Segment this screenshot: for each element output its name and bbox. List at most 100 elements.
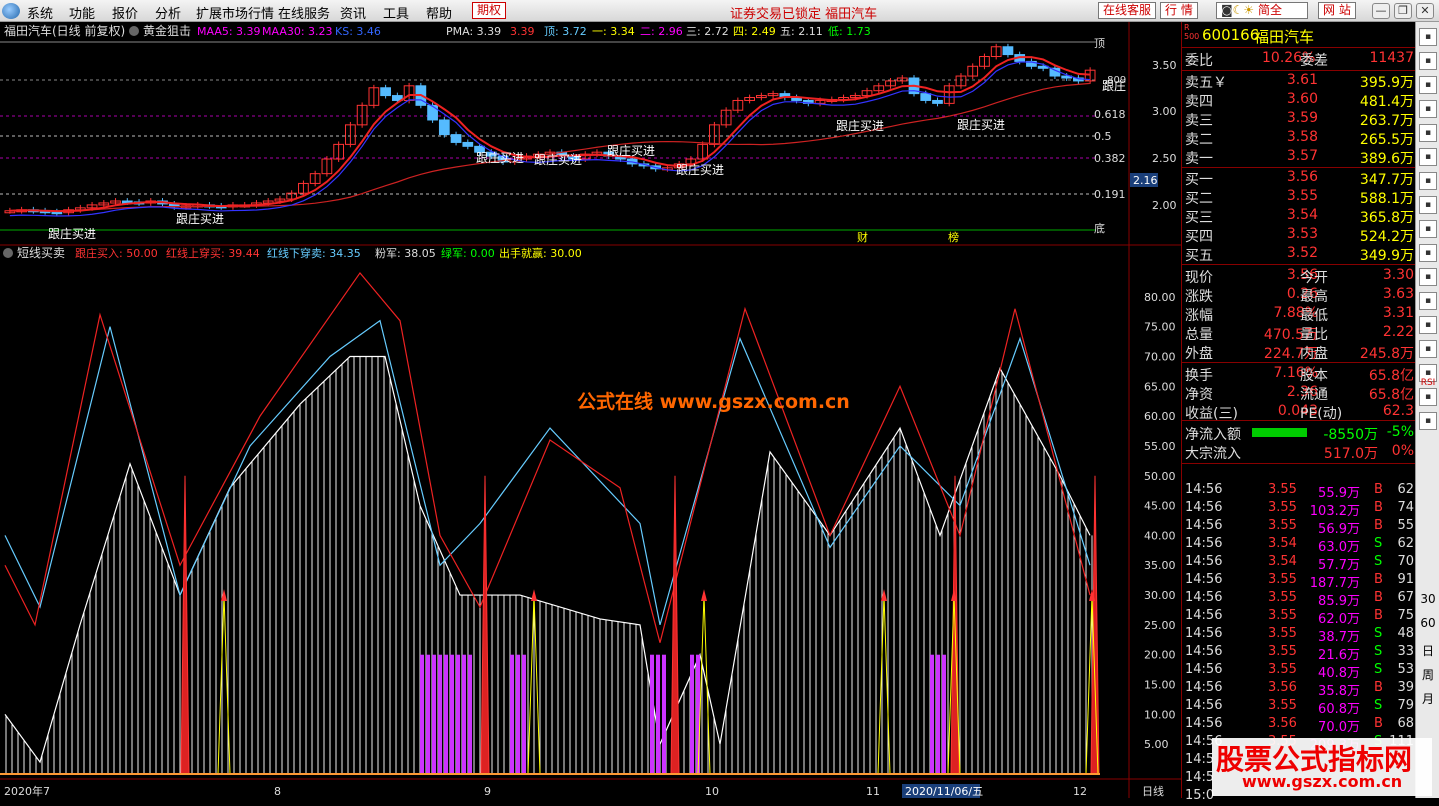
block-inflow-pct: 0% — [1391, 443, 1414, 459]
tool-icon[interactable]: ▪ — [1419, 172, 1437, 190]
rsi-button[interactable]: RSI — [1419, 378, 1437, 388]
online-support-button[interactable]: 在线客服 — [1098, 2, 1157, 19]
bid-row: 买二 3.55 588.1万 — [1182, 188, 1416, 207]
close-icon[interactable]: ✕ — [1416, 3, 1434, 19]
pink-bar — [468, 654, 472, 774]
indicator-axis-tick: 15.00 — [1144, 679, 1176, 692]
indicator-panel[interactable] — [0, 271, 1100, 775]
restore-icon[interactable]: ❐ — [1394, 3, 1412, 19]
low-value: 低: 1.73 — [828, 25, 871, 38]
tool-icon[interactable]: ▪ — [1419, 268, 1437, 286]
tool-icon[interactable]: ▪ — [1419, 28, 1437, 46]
tool-icon[interactable]: ▪ — [1419, 124, 1437, 142]
trade-side: B — [1374, 500, 1383, 515]
trade-side: B — [1374, 680, 1383, 695]
buy-signal-label: 跟庄买进 — [176, 211, 224, 226]
lightbulb-icon[interactable]: ☀ — [1243, 3, 1254, 17]
trade-side: S — [1374, 644, 1383, 659]
trade-time: 14:56 — [1185, 716, 1223, 731]
trade-count: 70 — [1397, 554, 1414, 569]
menu-online-service[interactable]: 在线服务 — [278, 3, 330, 22]
indicator2-dropdown-icon[interactable] — [3, 248, 13, 258]
trade-count: 67 — [1397, 590, 1414, 605]
tool-icon[interactable]: ▪ — [1419, 244, 1437, 262]
trade-amount: 21.6万 — [1318, 648, 1360, 663]
trade-time: 14:56 — [1185, 554, 1223, 569]
stat-label-2: 最高 — [1300, 289, 1328, 305]
level-label: 买一 — [1185, 172, 1213, 188]
trade-count: 68 — [1397, 716, 1414, 731]
tool-icon[interactable]: ▪ — [1419, 412, 1437, 430]
trade-price: 3.55 — [1268, 518, 1297, 533]
trade-time: 14:56 — [1185, 608, 1223, 623]
maa5-value: MAA5: 3.39 — [197, 25, 261, 38]
stat-value-2: 3.63 — [1382, 286, 1414, 302]
period-button[interactable]: 月 — [1419, 690, 1437, 707]
menu-help[interactable]: 帮助 — [426, 3, 452, 22]
trade-amount: 103.2万 — [1309, 504, 1360, 519]
tool-icon[interactable]: ▪ — [1419, 340, 1437, 358]
minute-period-button[interactable]: 60 — [1419, 616, 1437, 630]
trade-amount: 85.9万 — [1318, 594, 1360, 609]
simplified-toggle[interactable]: 简全 — [1258, 3, 1282, 17]
menu-analysis[interactable]: 分析 — [155, 3, 181, 22]
top-label: 顶 — [1094, 37, 1105, 50]
period-button[interactable]: 日 — [1419, 642, 1437, 659]
xaxis-label-nov: 11 — [866, 785, 880, 798]
trade-row: 14:56 3.54 57.7万 S 70 — [1182, 554, 1416, 573]
block-inflow-value: 517.0万 — [1323, 446, 1378, 462]
stat-label-2: 流通 — [1300, 387, 1328, 403]
level1-value: 一: 3.34 — [592, 25, 635, 38]
website-button[interactable]: 网 站 — [1318, 2, 1356, 19]
minute-period-button[interactable]: 30 — [1419, 592, 1437, 606]
tool-icon[interactable]: ▪ — [1419, 196, 1437, 214]
menu-ext-market[interactable]: 扩展市场行情 — [196, 3, 274, 22]
stock-header: R 500 600166 福田汽车 — [1182, 23, 1416, 46]
pink-army-value: 粉军: 38.05 — [375, 247, 436, 260]
current-price-label: 2.16 — [1133, 174, 1158, 187]
trade-amount: 55.9万 — [1318, 486, 1360, 501]
period-button[interactable]: 周 — [1419, 666, 1437, 683]
pink-bar — [456, 654, 460, 774]
tool-icon[interactable]: ▪ — [1419, 316, 1437, 334]
trade-amount: 56.9万 — [1318, 522, 1360, 537]
level2-value: 二: 2.96 — [640, 25, 683, 38]
tool-icon[interactable]: ▪ — [1419, 100, 1437, 118]
camera-icon[interactable]: ◙ — [1221, 3, 1233, 17]
finance-mark[interactable]: 财 — [857, 230, 868, 244]
stock-badge: R 500 — [1184, 23, 1200, 41]
tool-icon[interactable]: ▪ — [1419, 52, 1437, 70]
app-logo-icon[interactable] — [2, 3, 20, 19]
rank-mark[interactable]: 榜 — [948, 230, 959, 244]
buy-signal-label: 跟庄买进 — [957, 117, 1005, 132]
tool-icon[interactable]: ▪ — [1419, 220, 1437, 238]
level-price: 3.58 — [1286, 129, 1318, 145]
trade-side: B — [1374, 608, 1383, 623]
menu-system[interactable]: 系统 — [27, 3, 53, 22]
trade-amount: 70.0万 — [1318, 720, 1360, 735]
minimize-icon[interactable]: — — [1372, 3, 1390, 19]
menu-tools[interactable]: 工具 — [383, 3, 409, 22]
menu-info[interactable]: 资讯 — [340, 3, 366, 22]
watermark-corner: 股票公式指标网 www.gszx.com.cn — [1212, 738, 1432, 796]
tool-icon[interactable]: ▪ — [1419, 292, 1437, 310]
price-panel[interactable]: 跟庄买进跟庄买进跟庄买进 跟庄买进跟庄买进跟庄买进跟庄买进 跟庄买进 — [0, 41, 1096, 241]
level-price: 3.56 — [1286, 169, 1318, 185]
tool-icon[interactable]: ▪ — [1419, 388, 1437, 406]
pink-bar — [462, 654, 466, 774]
stat-row: 涨跌 0.26 最高 3.63 — [1182, 286, 1416, 305]
market-button[interactable]: 行 情 — [1160, 2, 1198, 19]
menu-function[interactable]: 功能 — [69, 3, 95, 22]
menu-quote[interactable]: 报价 — [112, 3, 138, 22]
indicator-dropdown-icon[interactable] — [129, 26, 139, 36]
period-label[interactable]: 日线 — [1142, 784, 1164, 798]
level-volume: 395.9万 — [1359, 75, 1414, 91]
trade-count: 74 — [1397, 500, 1414, 515]
tool-icon[interactable]: ▪ — [1419, 148, 1437, 166]
trade-row: 14:56 3.56 35.8万 B 39 — [1182, 680, 1416, 699]
trade-price: 3.55 — [1268, 644, 1297, 659]
tool-icon[interactable]: ▪ — [1419, 76, 1437, 94]
menu-options[interactable]: 期权 — [472, 2, 507, 19]
pink-bar — [522, 654, 526, 774]
moon-icon[interactable]: ☾ — [1233, 3, 1244, 17]
